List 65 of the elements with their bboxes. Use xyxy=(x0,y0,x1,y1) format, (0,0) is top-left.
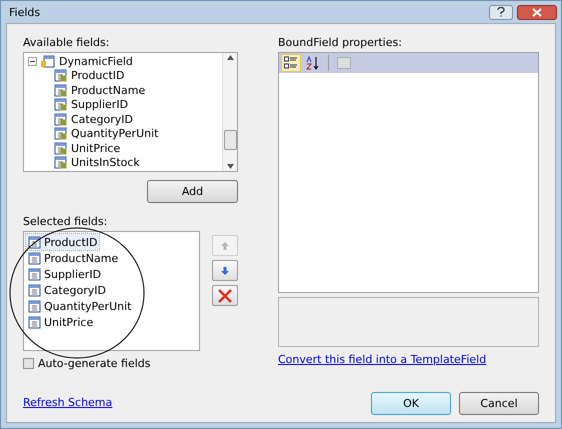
list-item[interactable]: SupplierID xyxy=(26,266,104,282)
field-icon xyxy=(28,236,41,248)
tree-label: ProductID xyxy=(71,69,124,82)
collapse-icon[interactable] xyxy=(28,56,37,66)
list-item[interactable]: CategoryID xyxy=(26,282,108,298)
refresh-schema-link[interactable]: Refresh Schema xyxy=(23,396,112,409)
tree-node[interactable]: ProductName xyxy=(28,83,222,98)
field-icon xyxy=(28,268,41,280)
scroll-down-icon[interactable] xyxy=(226,164,234,169)
help-icon xyxy=(497,7,505,17)
tree-node[interactable]: CategoryID xyxy=(28,112,222,126)
field-table-icon xyxy=(54,69,67,82)
tree-label: SupplierID xyxy=(71,98,128,112)
tree-node[interactable]: UnitPrice xyxy=(28,141,222,156)
add-button[interactable]: Add xyxy=(147,180,238,203)
close-button[interactable] xyxy=(517,4,557,20)
list-item[interactable]: ProductID xyxy=(26,234,100,250)
tree-label: UnitPrice xyxy=(71,142,120,155)
properties-label: BoundField properties: xyxy=(278,36,403,49)
ok-button[interactable]: OK xyxy=(371,392,451,415)
up-arrow-icon xyxy=(221,242,229,250)
move-down-button[interactable] xyxy=(212,260,238,281)
checkbox-label: Auto-generate fields xyxy=(38,357,151,370)
scroll-up-icon[interactable] xyxy=(226,55,234,60)
tree-node[interactable]: QuantityPerUnit xyxy=(28,126,222,141)
tree-node[interactable]: DynamicField xyxy=(28,54,222,68)
delete-icon xyxy=(218,288,232,302)
tree-node[interactable]: SupplierID xyxy=(28,98,222,112)
convert-template-link[interactable]: Convert this field into a TemplateField xyxy=(278,353,486,366)
field-icon xyxy=(28,252,41,264)
data-source-icon xyxy=(41,54,55,68)
scroll-thumb[interactable] xyxy=(224,130,236,150)
window-title: Fields xyxy=(9,6,42,18)
field-table-icon xyxy=(54,156,67,170)
selected-fields-label: Selected fields: xyxy=(23,215,108,228)
field-icon xyxy=(28,284,41,296)
checkbox[interactable] xyxy=(23,358,34,369)
list-item[interactable]: QuantityPerUnit xyxy=(26,298,134,314)
list-item[interactable]: ProductName xyxy=(26,250,120,266)
cancel-button[interactable]: Cancel xyxy=(459,392,539,415)
tree-label: DynamicField xyxy=(59,54,133,68)
field-icon xyxy=(28,316,41,328)
field-icon xyxy=(28,300,41,312)
categorized-button[interactable] xyxy=(281,54,301,72)
sort-az-icon xyxy=(306,56,320,70)
tree-label: UnitsInStock xyxy=(71,156,140,170)
tree-label: ProductName xyxy=(71,84,146,97)
field-table-icon xyxy=(54,84,67,97)
field-table-icon xyxy=(54,127,67,140)
available-fields-label: Available fields: xyxy=(23,36,110,49)
scrollbar[interactable] xyxy=(222,53,237,171)
field-table-icon xyxy=(54,112,67,126)
categorized-icon xyxy=(284,56,298,70)
list-item[interactable]: UnitPrice xyxy=(26,314,96,330)
remove-button[interactable] xyxy=(212,285,238,306)
field-table-icon xyxy=(54,142,67,155)
tree-label: QuantityPerUnit xyxy=(71,127,158,140)
tree-label: CategoryID xyxy=(71,112,133,126)
property-pages-icon xyxy=(337,57,351,69)
field-table-icon xyxy=(54,98,67,112)
close-icon xyxy=(532,8,542,16)
help-button[interactable] xyxy=(489,4,513,20)
tree-node[interactable]: ProductID xyxy=(28,68,222,83)
tree-node[interactable]: UnitsInStock xyxy=(28,156,222,170)
down-arrow-icon xyxy=(221,266,229,274)
